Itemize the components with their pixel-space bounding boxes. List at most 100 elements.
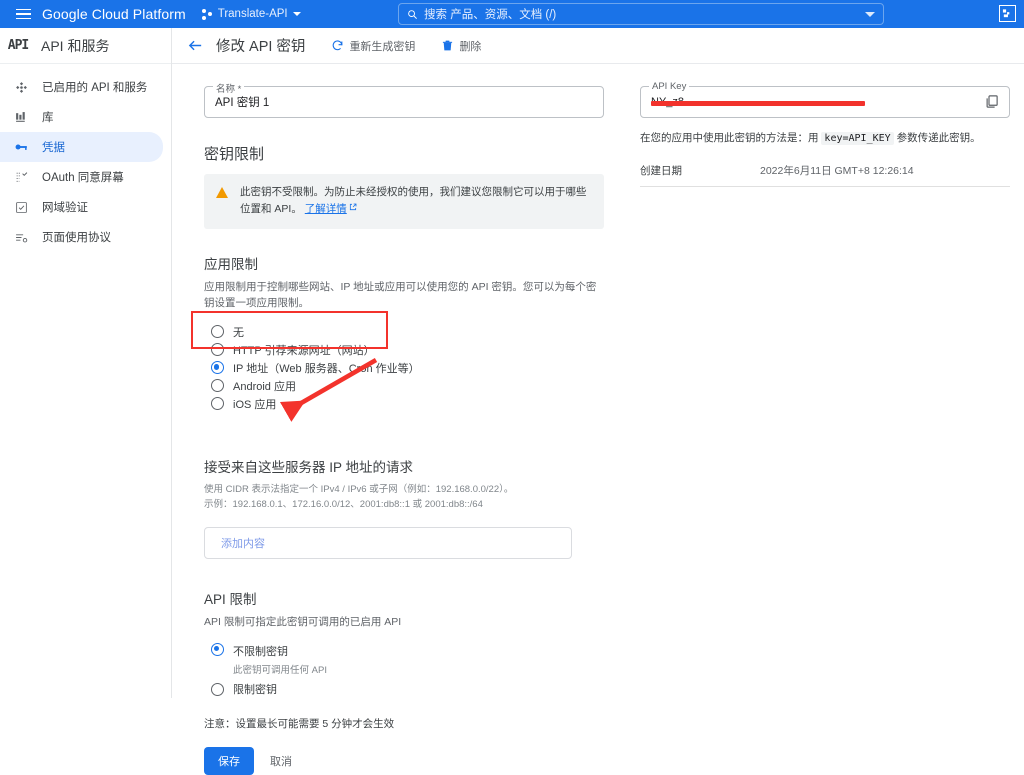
sidebar-item-page-usage-agreements[interactable]: 页面使用协议 (0, 222, 163, 252)
consent-screen-icon (0, 171, 42, 184)
created-date-row: 创建日期 2022年6月11日 GMT+8 12:26:14 (640, 163, 1010, 187)
key-name-field[interactable]: 名称 * API 密钥 1 (204, 81, 604, 118)
radio-label: 无 (233, 326, 244, 339)
radio-option-ios-apps[interactable]: iOS 应用 (204, 395, 604, 412)
project-name: Translate-API (217, 8, 288, 20)
sidebar-item-label: 页面使用协议 (42, 232, 111, 244)
sidebar-item-label: 库 (42, 112, 54, 124)
unrestricted-key-warning: 此密钥不受限制。为防止未经授权的使用，我们建议您限制它可以用于哪些位置和 API… (204, 174, 604, 229)
sidebar-item-oauth-consent[interactable]: OAuth 同意屏幕 (0, 162, 163, 192)
ip-section-heading: 接受来自这些服务器 IP 地址的请求 (204, 460, 414, 476)
left-navigation: API API 和服务 已启用的 API 和服务 库 凭据 OAuth 同意屏幕… (0, 28, 172, 698)
form-actions: 保存 取消 (204, 746, 604, 775)
key-restrictions-heading: 密钥限制 (204, 146, 265, 163)
api-restrictions-description: API 限制可指定此密钥可调用的已启用 API (204, 615, 402, 628)
sidebar-item-label: OAuth 同意屏幕 (42, 172, 124, 184)
radio-label: iOS 应用 (233, 398, 277, 411)
key-name-value: API 密钥 1 (215, 97, 270, 109)
api-restriction-radio-group: 不限制密钥 此密钥可调用任何 API 限制密钥 (204, 642, 604, 698)
warning-triangle-icon (216, 187, 228, 198)
project-dots-icon (201, 8, 213, 20)
radio-option-android-apps[interactable]: Android 应用 (204, 377, 604, 394)
key-details-panel: API Key NY_z8 在您的应用中使用此密钥的方法是：用 key=API_… (640, 81, 1010, 187)
domain-verification-icon (0, 201, 42, 214)
learn-more-link[interactable]: 了解详情 (305, 203, 347, 215)
radio-indicator (211, 682, 224, 696)
usage-code-snippet: key=API_KEY (821, 132, 894, 145)
regenerate-key-button[interactable]: 重新生成密钥 (331, 38, 415, 54)
radio-indicator (211, 379, 224, 393)
search-icon (408, 9, 417, 19)
warning-text-block: 此密钥不受限制。为防止未经授权的使用，我们建议您限制它可以用于哪些位置和 API… (240, 184, 592, 219)
top-app-bar: Google Cloud Platform Translate-API 搜索 产… (0, 0, 1024, 28)
ip-hint-line-1: 使用 CIDR 表示法指定一个 IPv4 / IPv6 或子网（例如：192.1… (204, 484, 514, 496)
radio-option-ip-addresses[interactable]: IP 地址（Web 服务器、Cron 作业等） (204, 359, 604, 376)
usage-prefix: 在您的应用中使用此密钥的方法是：用 (640, 132, 822, 144)
radio-indicator (211, 325, 224, 339)
page-title: 修改 API 密钥 (216, 39, 306, 55)
trash-icon (441, 39, 454, 52)
radio-indicator (211, 361, 224, 375)
radio-label: 限制密钥 (233, 684, 277, 697)
radio-label: Android 应用 (233, 380, 296, 393)
api-product-icon: API (7, 38, 29, 53)
external-link-icon (349, 203, 357, 211)
api-restrictions-heading: API 限制 (204, 591, 257, 607)
cancel-button[interactable]: 取消 (270, 753, 292, 769)
sidebar-item-library[interactable]: 库 (0, 102, 163, 132)
radio-indicator (211, 397, 224, 411)
sidebar-item-label: 凭据 (42, 142, 65, 154)
radio-indicator (211, 642, 224, 656)
radio-indicator (211, 343, 224, 357)
cloud-shell-icon[interactable] (999, 5, 1016, 22)
brand-title[interactable]: Google Cloud Platform (42, 6, 186, 22)
delete-key-label: 删除 (459, 40, 482, 53)
radio-option-restrict-key[interactable]: 限制密钥 (204, 681, 604, 698)
chevron-down-icon (292, 12, 301, 16)
page-header: 修改 API 密钥 重新生成密钥 删除 (172, 28, 1024, 64)
terms-icon (0, 231, 42, 244)
radio-label: IP 地址（Web 服务器、Cron 作业等） (233, 362, 420, 375)
created-date-value: 2022年6月11日 GMT+8 12:26:14 (760, 165, 914, 177)
radio-label: 不限制密钥 (233, 645, 288, 658)
sidebar-item-credentials[interactable]: 凭据 (0, 132, 163, 162)
warning-text: 此密钥不受限制。为防止未经授权的使用，我们建议您限制它可以用于哪些位置和 API… (240, 186, 587, 216)
dashboard-icon (0, 81, 42, 94)
radio-option-http-referrers[interactable]: HTTP 引荐来源网址（网站） (204, 341, 604, 358)
app-restrictions-heading: 应用限制 (204, 256, 258, 272)
usage-suffix: 参数传递此密钥。 (893, 132, 981, 144)
main-content: 修改 API 密钥 重新生成密钥 删除 名称 * API 密钥 1 密钥限制 此… (172, 28, 1024, 775)
created-date-label: 创建日期 (640, 165, 682, 177)
propagation-note: 注意：设置最长可能需要 5 分钟才会生效 (204, 717, 395, 730)
refresh-icon (331, 39, 344, 52)
sidebar-item-domain-verification[interactable]: 网域验证 (0, 192, 163, 222)
app-restriction-radio-group: 无 HTTP 引荐来源网址（网站） IP 地址（Web 服务器、Cron 作业等… (204, 323, 604, 412)
key-edit-form: 名称 * API 密钥 1 密钥限制 此密钥不受限制。为防止未经授权的使用，我们… (204, 81, 604, 775)
radio-label: HTTP 引荐来源网址（网站） (233, 344, 375, 357)
regenerate-key-label: 重新生成密钥 (349, 40, 416, 53)
api-key-label: API Key (649, 81, 690, 92)
api-key-field[interactable]: API Key NY_z8 (640, 81, 1010, 118)
save-button[interactable]: 保存 (204, 746, 254, 775)
radio-option-dont-restrict-key[interactable]: 不限制密钥 此密钥可调用任何 API (204, 642, 604, 676)
hamburger-icon[interactable] (8, 8, 38, 20)
cloud-shell-glyph (1002, 9, 1010, 18)
app-restrictions-description: 应用限制用于控制哪些网站、IP 地址或应用可以使用您的 API 密钥。您可以为每… (204, 280, 597, 309)
add-item-button[interactable]: 添加内容 (221, 535, 265, 551)
search-chevron-down-icon[interactable] (865, 11, 875, 17)
project-selector[interactable]: Translate-API (201, 8, 301, 20)
library-icon (0, 111, 42, 124)
search-input[interactable]: 搜索 产品、资源、文档 (/) (398, 3, 884, 25)
back-arrow-icon[interactable] (182, 33, 208, 59)
key-icon (0, 140, 42, 154)
key-usage-instruction: 在您的应用中使用此密钥的方法是：用 key=API_KEY 参数传递此密钥。 (640, 130, 1010, 147)
ip-hint-line-2: 示例：192.168.0.1、172.16.0.0/12、2001:db8::1… (204, 499, 483, 511)
sidebar-item-label: 网域验证 (42, 202, 88, 214)
radio-option-none[interactable]: 无 (204, 323, 604, 340)
delete-key-button[interactable]: 删除 (441, 38, 481, 54)
sidebar-item-enabled-apis[interactable]: 已启用的 API 和服务 (0, 72, 163, 102)
nav-header: API API 和服务 (0, 28, 171, 64)
sidebar-item-label: 已启用的 API 和服务 (42, 82, 148, 94)
copy-icon[interactable] (984, 94, 1001, 111)
nav-list: 已启用的 API 和服务 库 凭据 OAuth 同意屏幕 网域验证 页面使用协议 (0, 64, 171, 252)
